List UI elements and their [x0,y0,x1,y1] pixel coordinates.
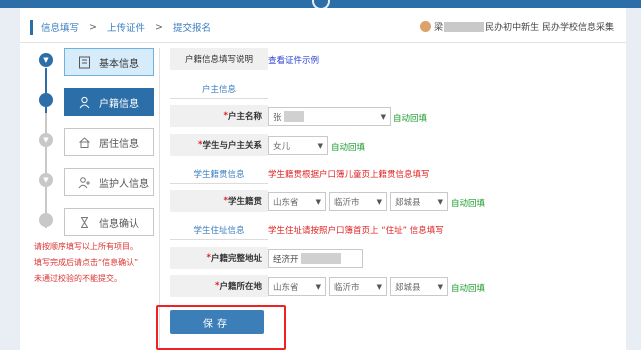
school-name-suffix: 民办初中新生 民办学校信息采集 [485,23,614,33]
step-label: 监护人信息 [99,178,149,190]
location-province-select[interactable]: 山东省 ▼ [268,277,326,296]
school-header: 梁 民办初中新生 民办学校信息采集 [420,20,614,33]
householder-name-label: * 户主名称 [170,105,268,127]
step-residence-info[interactable]: 居住信息 [64,128,154,156]
step-basic-info[interactable]: 基本信息 [64,48,154,76]
breadcrumb-separator: > [155,21,163,33]
breadcrumb-separator: > [89,21,97,33]
chevron-down-icon: ▼ [376,198,382,206]
native-place-label: * 学生籍贯 [170,190,268,212]
guardian-icon [77,175,91,189]
breadcrumb-marker [30,19,33,35]
household-location-label: * 户籍所在地 [170,275,268,297]
section-title-address: 学生住址信息 [193,226,245,236]
step-dot-5 [39,213,53,227]
breadcrumb-step-1[interactable]: 信息填写 [41,20,79,34]
user-avatar-icon [420,21,432,32]
location-county-select[interactable]: 郯城县 ▼ [390,277,448,296]
section-title-householder: 户主信息 [201,85,236,95]
step-label: 信息确认 [99,218,139,230]
home-icon [77,135,91,149]
step-guardian-info[interactable]: 监护人信息 [64,168,154,196]
native-county-select[interactable]: 郯城县 ▼ [390,192,448,211]
native-province-select[interactable]: 山东省 ▼ [268,192,326,211]
section-title-native: 学生籍贯信息 [193,170,245,180]
chevron-down-icon: ▼ [43,55,49,64]
breadcrumb: 信息填写 > 上传证件 > 提交报名 [30,19,211,35]
step-label: 居住信息 [99,138,139,150]
form-icon [77,55,91,69]
auto-fill-note: 自动回填 [451,284,486,294]
chevron-down-icon: ▼ [380,113,386,121]
intro-label: 户籍信息填写说明 [170,48,268,70]
chevron-down-icon: ▼ [43,135,49,144]
address-tip: 学生住址请按照户口簿首页上 “住址” 信息填写 [268,226,444,236]
chevron-down-icon: ▼ [437,198,443,206]
section-underline [170,183,268,184]
chevron-down-icon: ▼ [43,175,49,184]
auto-fill-note: 自动回填 [331,143,366,153]
breadcrumb-step-2[interactable]: 上传证件 [107,20,145,34]
chevron-down-icon: ▼ [315,283,321,291]
step-household-info[interactable]: 户籍信息 [64,88,154,116]
native-city-select[interactable]: 临沂市 ▼ [329,192,387,211]
hourglass-icon [77,215,91,229]
step-confirm-info[interactable]: 信息确认 [64,208,154,236]
auto-fill-note: 自动回填 [393,114,428,124]
school-name-prefix: 梁 [434,23,444,33]
chevron-down-icon: ▼ [317,142,323,150]
main-card: 信息填写 > 上传证件 > 提交报名 梁 民办初中新生 民办学校信息采集 ▼ ▼… [20,8,626,350]
save-button[interactable]: 保存 [170,310,264,334]
view-sample-link[interactable]: 查看证件示例 [268,54,319,66]
chevron-down-icon: ▼ [437,283,443,291]
chevron-down-icon: ▼ [376,283,382,291]
breadcrumb-step-3[interactable]: 提交报名 [173,20,211,34]
header-divider [20,42,626,43]
person-icon [77,95,91,109]
auto-fill-note: 自动回填 [451,199,486,209]
relation-select[interactable]: 女儿 ▼ [268,136,328,155]
location-city-select[interactable]: 临沂市 ▼ [329,277,387,296]
step-dot-4: ▼ [39,173,53,187]
address-input[interactable]: 经济开 [268,249,363,268]
instruction-note: 未通过校验的不能提交。 [34,274,122,283]
native-place-tip: 学生籍贯根据户口簿儿童页上籍贯信息填写 [268,170,430,180]
step-label: 基本信息 [99,58,139,70]
step-dot-1: ▼ [39,53,53,67]
instruction-note: 请按顺序填写以上所有项目。 [34,242,138,251]
step-label: 户籍信息 [99,98,139,110]
section-underline [170,239,268,240]
section-underline [170,98,268,99]
redacted-block [444,21,485,32]
chevron-down-icon: ▼ [315,198,321,206]
relation-label: * 学生与户主关系 [170,134,268,156]
step-dot-2 [39,93,53,107]
step-dot-3: ▼ [39,133,53,147]
address-label: * 户籍完整地址 [170,247,268,269]
householder-name-field[interactable]: 张 ▼ [268,107,391,126]
instruction-note: 填写完成后请点击“信息确认” [34,258,139,267]
